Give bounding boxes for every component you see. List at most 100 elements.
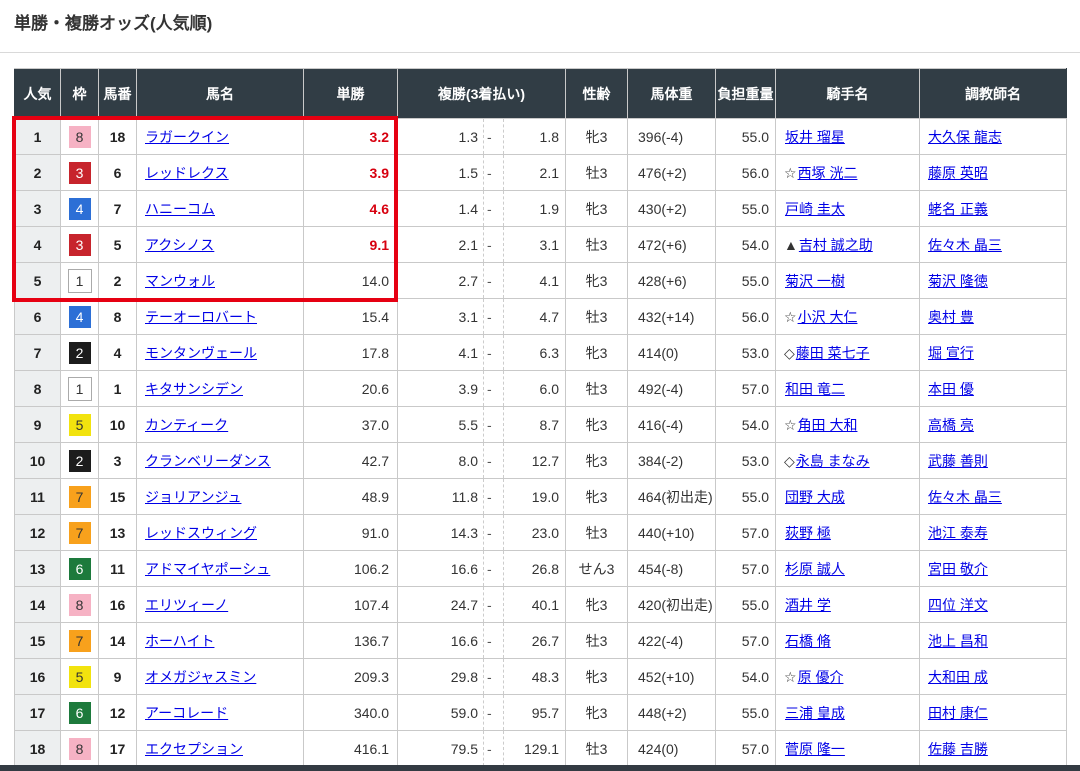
jockey-link[interactable]: 戸崎 圭太 xyxy=(785,201,845,217)
trainer-link[interactable]: 佐藤 吉勝 xyxy=(928,741,988,757)
trainer-link[interactable]: 池江 泰寿 xyxy=(928,525,988,541)
trainer-link[interactable]: 大和田 成 xyxy=(928,669,988,685)
jockey-link[interactable]: 団野 大成 xyxy=(785,489,845,505)
sex-age-cell: 牝3 xyxy=(566,695,628,731)
frame-badge: 7 xyxy=(69,486,91,508)
place-odds-separator: - xyxy=(483,335,504,370)
jockey-cell: 荻野 極 xyxy=(776,515,920,551)
horse-name-link[interactable]: ジョリアンジュ xyxy=(145,489,241,505)
trainer-link[interactable]: 藤原 英昭 xyxy=(928,165,988,181)
horse-name-link[interactable]: モンタンヴェール xyxy=(145,345,257,361)
win-odds-cell: 209.3 xyxy=(304,659,398,695)
trainer-link[interactable]: 高橋 亮 xyxy=(928,417,974,433)
horse-name-link[interactable]: エクセプション xyxy=(145,741,243,757)
jockey-link[interactable]: 吉村 誠之助 xyxy=(799,237,873,253)
trainer-link[interactable]: 武藤 善則 xyxy=(928,453,988,469)
trainer-link[interactable]: 奥村 豊 xyxy=(928,309,974,325)
trainer-link[interactable]: 本田 優 xyxy=(928,381,974,397)
horse-name-link[interactable]: ホーハイト xyxy=(145,633,214,649)
jockey-link[interactable]: 永島 まなみ xyxy=(796,453,870,469)
horse-name-cell: ホーハイト xyxy=(137,623,304,659)
sex-age-cell: 牝3 xyxy=(566,659,628,695)
frame-cell: 8 xyxy=(61,731,99,767)
trainer-cell: 高橋 亮 xyxy=(920,407,1067,443)
frame-badge: 6 xyxy=(69,702,91,724)
trainer-link[interactable]: 池上 昌和 xyxy=(928,633,988,649)
frame-badge: 2 xyxy=(69,342,91,364)
trainer-link[interactable]: 菊沢 隆徳 xyxy=(928,273,988,289)
jockey-cell: 三浦 皇成 xyxy=(776,695,920,731)
sex-age-cell: 牡3 xyxy=(566,227,628,263)
place-odds-cell: 8.0 - 12.7 xyxy=(398,443,566,479)
jockey-link[interactable]: 西塚 洸二 xyxy=(798,165,858,181)
horse-weight-cell: 452(+10) xyxy=(628,659,716,695)
table-row: 12 7 13 レッドスウィング 91.0 14.3 - 23.0 牡3 440… xyxy=(15,515,1067,551)
frame-cell: 1 xyxy=(61,371,99,407)
impost-cell: 54.0 xyxy=(716,407,776,443)
place-odds-separator: - xyxy=(483,227,504,262)
trainer-link[interactable]: 堀 宣行 xyxy=(928,345,974,361)
horse-number-cell: 4 xyxy=(99,335,137,371)
horse-name-link[interactable]: アドマイヤポーシュ xyxy=(145,561,270,577)
jockey-link[interactable]: 杉原 誠人 xyxy=(785,561,845,577)
horse-name-link[interactable]: エリツィーノ xyxy=(145,597,228,613)
sex-age-cell: 牝3 xyxy=(566,335,628,371)
horse-name-link[interactable]: ラガークイン xyxy=(145,129,229,145)
trainer-link[interactable]: 宮田 敬介 xyxy=(928,561,988,577)
impost-cell: 55.0 xyxy=(716,587,776,623)
sex-age-cell: 牡3 xyxy=(566,371,628,407)
horse-name-cell: ジョリアンジュ xyxy=(137,479,304,515)
frame-cell: 8 xyxy=(61,119,99,155)
jockey-cell: ☆原 優介 xyxy=(776,659,920,695)
sex-age-cell: せん3 xyxy=(566,551,628,587)
frame-badge: 1 xyxy=(68,269,92,293)
jockey-link[interactable]: 坂井 瑠星 xyxy=(785,129,845,145)
jockey-link[interactable]: 荻野 極 xyxy=(785,525,831,541)
place-odds-high: 2.1 xyxy=(504,165,565,181)
rank-cell: 4 xyxy=(15,227,61,263)
place-odds-separator: - xyxy=(483,407,504,442)
place-odds-cell: 4.1 - 6.3 xyxy=(398,335,566,371)
horse-name-link[interactable]: キタサンシデン xyxy=(145,381,243,397)
table-row: 4 3 5 アクシノス 9.1 2.1 - 3.1 牡3 472(+6) 54.… xyxy=(15,227,1067,263)
jockey-link[interactable]: 三浦 皇成 xyxy=(785,705,845,721)
horse-name-link[interactable]: アクシノス xyxy=(145,237,214,253)
jockey-link[interactable]: 藤田 菜七子 xyxy=(796,345,870,361)
trainer-link[interactable]: 四位 洋文 xyxy=(928,597,988,613)
win-odds-cell: 3.9 xyxy=(304,155,398,191)
trainer-link[interactable]: 佐々木 晶三 xyxy=(928,489,1002,505)
jockey-link[interactable]: 酒井 学 xyxy=(785,597,831,613)
frame-cell: 3 xyxy=(61,155,99,191)
horse-name-link[interactable]: マンウォル xyxy=(145,273,215,289)
impost-cell: 53.0 xyxy=(716,443,776,479)
jockey-link[interactable]: 菊沢 一樹 xyxy=(785,273,845,289)
place-odds-low: 29.8 xyxy=(398,669,483,685)
horse-name-link[interactable]: ハニーコム xyxy=(145,201,215,217)
horse-name-link[interactable]: レッドスウィング xyxy=(145,525,257,541)
trainer-link[interactable]: 大久保 龍志 xyxy=(928,129,1002,145)
horse-name-cell: アーコレード xyxy=(137,695,304,731)
trainer-link[interactable]: 田村 康仁 xyxy=(928,705,988,721)
horse-name-link[interactable]: カンティーク xyxy=(145,417,228,433)
horse-name-link[interactable]: アーコレード xyxy=(145,705,228,721)
trainer-link[interactable]: 佐々木 晶三 xyxy=(928,237,1002,253)
jockey-link[interactable]: 和田 竜二 xyxy=(785,381,845,397)
horse-name-link[interactable]: レッドレクス xyxy=(145,165,229,181)
horse-name-link[interactable]: オメガジャスミン xyxy=(145,669,256,685)
jockey-cell: 杉原 誠人 xyxy=(776,551,920,587)
jockey-link[interactable]: 石橋 脩 xyxy=(785,633,831,649)
jockey-link[interactable]: 角田 大和 xyxy=(798,417,858,433)
win-odds-cell: 416.1 xyxy=(304,731,398,767)
horse-name-link[interactable]: テーオーロバート xyxy=(145,309,257,325)
table-row: 18 8 17 エクセプション 416.1 79.5 - 129.1 牡3 42… xyxy=(15,731,1067,767)
rank-cell: 17 xyxy=(15,695,61,731)
trainer-link[interactable]: 蛯名 正義 xyxy=(928,201,988,217)
rank-cell: 6 xyxy=(15,299,61,335)
horse-name-link[interactable]: クランベリーダンス xyxy=(145,453,271,469)
jockey-link[interactable]: 原 優介 xyxy=(798,669,844,685)
place-odds-low: 59.0 xyxy=(398,705,483,721)
jockey-link[interactable]: 小沢 大仁 xyxy=(798,309,858,325)
table-row: 9 5 10 カンティーク 37.0 5.5 - 8.7 牝3 416(-4) … xyxy=(15,407,1067,443)
jockey-apprentice-mark: ◇ xyxy=(784,345,795,361)
jockey-link[interactable]: 菅原 隆一 xyxy=(785,741,845,757)
